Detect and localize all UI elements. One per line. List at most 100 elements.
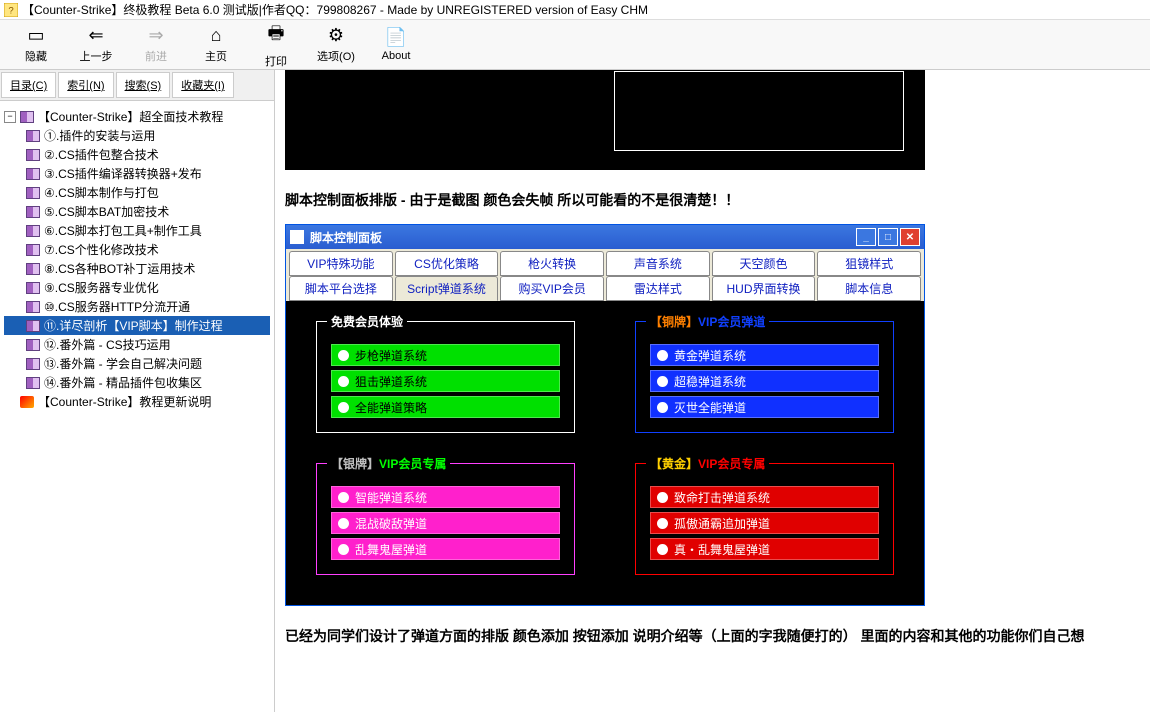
option-label: 真・乱舞鬼屋弹道 bbox=[674, 541, 770, 558]
tab-search[interactable]: 搜索(S) bbox=[116, 72, 171, 98]
tree-item[interactable]: ①.插件的安装与运用 bbox=[4, 126, 270, 145]
close-button[interactable]: ✕ bbox=[900, 228, 920, 246]
panel-tabs: VIP特殊功能CS优化策略枪火转换声音系统天空颜色狙镜样式 脚本平台选择Scri… bbox=[286, 249, 924, 301]
option-label: 混战破敌弹道 bbox=[355, 515, 427, 532]
book-icon bbox=[26, 149, 40, 161]
panel-tab[interactable]: HUD界面转换 bbox=[712, 276, 816, 301]
tree-item[interactable]: ⑪.详尽剖析【VIP脚本】制作过程 bbox=[4, 316, 270, 335]
tree-item[interactable]: ⑨.CS服务器专业优化 bbox=[4, 278, 270, 297]
panel-app-icon bbox=[290, 230, 304, 244]
tree-item[interactable]: ③.CS插件编译器转换器+发布 bbox=[4, 164, 270, 183]
radio-option[interactable]: 灭世全能弹道 bbox=[650, 396, 879, 418]
forward-icon: ⇒ bbox=[148, 25, 163, 46]
panel-tab[interactable]: 枪火转换 bbox=[500, 251, 604, 276]
maximize-button[interactable]: □ bbox=[878, 228, 898, 246]
panel-tab[interactable]: Script弹道系统 bbox=[395, 276, 499, 301]
book-icon bbox=[26, 263, 40, 275]
tree-item[interactable]: ⑬.番外篇 - 学会自己解决问题 bbox=[4, 354, 270, 373]
option-label: 超稳弹道系统 bbox=[674, 373, 746, 390]
window-title: 【Counter-Strike】终极教程 Beta 6.0 测试版|作者QQ：7… bbox=[22, 1, 648, 18]
about-button[interactable]: 📄About bbox=[366, 22, 426, 67]
book-icon bbox=[26, 130, 40, 142]
tree-item[interactable]: ⑦.CS个性化修改技术 bbox=[4, 240, 270, 259]
option-label: 全能弹道策略 bbox=[355, 399, 427, 416]
hide-button[interactable]: ▭隐藏 bbox=[6, 22, 66, 67]
tree-item[interactable]: ⑫.番外篇 - CS技巧运用 bbox=[4, 335, 270, 354]
option-label: 孤傲通霸追加弹道 bbox=[674, 515, 770, 532]
radio-option[interactable]: 狙击弹道系统 bbox=[331, 370, 560, 392]
tree-item[interactable]: ④.CS脚本制作与打包 bbox=[4, 183, 270, 202]
radio-option[interactable]: 全能弹道策略 bbox=[331, 396, 560, 418]
options-button[interactable]: ⚙选项(O) bbox=[306, 22, 366, 67]
print-icon: 🖶 bbox=[268, 21, 285, 51]
group-silver-title: 【银牌】VIP会员专属 bbox=[327, 455, 450, 472]
panel-tab[interactable]: VIP特殊功能 bbox=[289, 251, 393, 276]
print-button[interactable]: 🖶打印 bbox=[246, 22, 306, 67]
panel-tab[interactable]: 狙镜样式 bbox=[817, 251, 921, 276]
script-control-panel: 脚本控制面板 _ □ ✕ VIP特殊功能CS优化策略枪火转换声音系统天空颜色狙镜… bbox=[285, 224, 925, 606]
main-toolbar: ▭隐藏 ⇐上一步 ⇒前进 ⌂主页 🖶打印 ⚙选项(O) 📄About bbox=[0, 20, 1150, 70]
tree-item-label: ④.CS脚本制作与打包 bbox=[44, 184, 159, 201]
panel-title: 脚本控制面板 bbox=[310, 229, 856, 246]
option-label: 乱舞鬼屋弹道 bbox=[355, 541, 427, 558]
tab-index[interactable]: 索引(N) bbox=[58, 72, 113, 98]
tree-item[interactable]: ⑤.CS脚本BAT加密技术 bbox=[4, 202, 270, 221]
book-icon bbox=[26, 377, 40, 389]
forward-button: ⇒前进 bbox=[126, 22, 186, 67]
tree-item-label: ⑫.番外篇 - CS技巧运用 bbox=[44, 336, 171, 353]
tree-item-label: ③.CS插件编译器转换器+发布 bbox=[44, 165, 202, 182]
panel-tab[interactable]: 声音系统 bbox=[606, 251, 710, 276]
tab-contents[interactable]: 目录(C) bbox=[1, 72, 56, 98]
about-icon: 📄 bbox=[385, 27, 407, 48]
book-icon bbox=[20, 111, 34, 123]
radio-option[interactable]: 孤傲通霸追加弹道 bbox=[650, 512, 879, 534]
option-label: 致命打击弹道系统 bbox=[674, 489, 770, 506]
radio-option[interactable]: 乱舞鬼屋弹道 bbox=[331, 538, 560, 560]
contents-tree: − 【Counter-Strike】超全面技术教程 ①.插件的安装与运用②.CS… bbox=[0, 101, 274, 417]
radio-icon bbox=[657, 376, 668, 387]
radio-option[interactable]: 真・乱舞鬼屋弹道 bbox=[650, 538, 879, 560]
options-icon: ⚙ bbox=[328, 25, 344, 46]
radio-option[interactable]: 超稳弹道系统 bbox=[650, 370, 879, 392]
minimize-button[interactable]: _ bbox=[856, 228, 876, 246]
hot-icon bbox=[20, 396, 34, 408]
tree-item-label: ①.插件的安装与运用 bbox=[44, 127, 155, 144]
radio-icon bbox=[338, 518, 349, 529]
tree-item[interactable]: ②.CS插件包整合技术 bbox=[4, 145, 270, 164]
radio-option[interactable]: 黄金弹道系统 bbox=[650, 344, 879, 366]
group-bronze: 【铜牌】VIP会员弹道 黄金弹道系统超稳弹道系统灭世全能弹道 bbox=[635, 321, 894, 433]
radio-option[interactable]: 智能弹道系统 bbox=[331, 486, 560, 508]
radio-option[interactable]: 混战破敌弹道 bbox=[331, 512, 560, 534]
back-button[interactable]: ⇐上一步 bbox=[66, 22, 126, 67]
panel-tab[interactable]: 雷达样式 bbox=[606, 276, 710, 301]
panel-tab[interactable]: 天空颜色 bbox=[712, 251, 816, 276]
group-free-title: 免费会员体验 bbox=[327, 313, 407, 330]
panel-tab[interactable]: 脚本信息 bbox=[817, 276, 921, 301]
tree-item[interactable]: ⑭.番外篇 - 精品插件包收集区 bbox=[4, 373, 270, 392]
tree-root[interactable]: − 【Counter-Strike】超全面技术教程 bbox=[4, 107, 270, 126]
sidebar: 目录(C) 索引(N) 搜索(S) 收藏夹(I) − 【Counter-Stri… bbox=[0, 70, 275, 712]
radio-icon bbox=[338, 402, 349, 413]
tree-item[interactable]: ⑩.CS服务器HTTP分流开通 bbox=[4, 297, 270, 316]
tree-item[interactable]: ⑧.CS各种BOT补丁运用技术 bbox=[4, 259, 270, 278]
radio-option[interactable]: 致命打击弹道系统 bbox=[650, 486, 879, 508]
option-label: 智能弹道系统 bbox=[355, 489, 427, 506]
collapse-icon[interactable]: − bbox=[4, 111, 16, 123]
book-icon bbox=[26, 187, 40, 199]
tree-update[interactable]: 【Counter-Strike】教程更新说明 bbox=[4, 392, 270, 411]
sidebar-tabs: 目录(C) 索引(N) 搜索(S) 收藏夹(I) bbox=[0, 70, 274, 101]
tree-item-label: ⑥.CS脚本打包工具+制作工具 bbox=[44, 222, 202, 239]
group-free: 免费会员体验 步枪弹道系统狙击弹道系统全能弹道策略 bbox=[316, 321, 575, 433]
radio-icon bbox=[338, 544, 349, 555]
tab-favorites[interactable]: 收藏夹(I) bbox=[172, 72, 233, 98]
radio-option[interactable]: 步枪弹道系统 bbox=[331, 344, 560, 366]
panel-tab[interactable]: 脚本平台选择 bbox=[289, 276, 393, 301]
prior-screenshot-placeholder bbox=[285, 70, 925, 170]
tree-item-label: ⑧.CS各种BOT补丁运用技术 bbox=[44, 260, 195, 277]
panel-tab[interactable]: 购买VIP会员 bbox=[500, 276, 604, 301]
tree-item[interactable]: ⑥.CS脚本打包工具+制作工具 bbox=[4, 221, 270, 240]
radio-icon bbox=[657, 544, 668, 555]
home-button[interactable]: ⌂主页 bbox=[186, 22, 246, 67]
section-caption: 脚本控制面板排版 - 由于是截图 颜色会失帧 所以可能看的不是很清楚！！ bbox=[285, 190, 1140, 210]
panel-tab[interactable]: CS优化策略 bbox=[395, 251, 499, 276]
